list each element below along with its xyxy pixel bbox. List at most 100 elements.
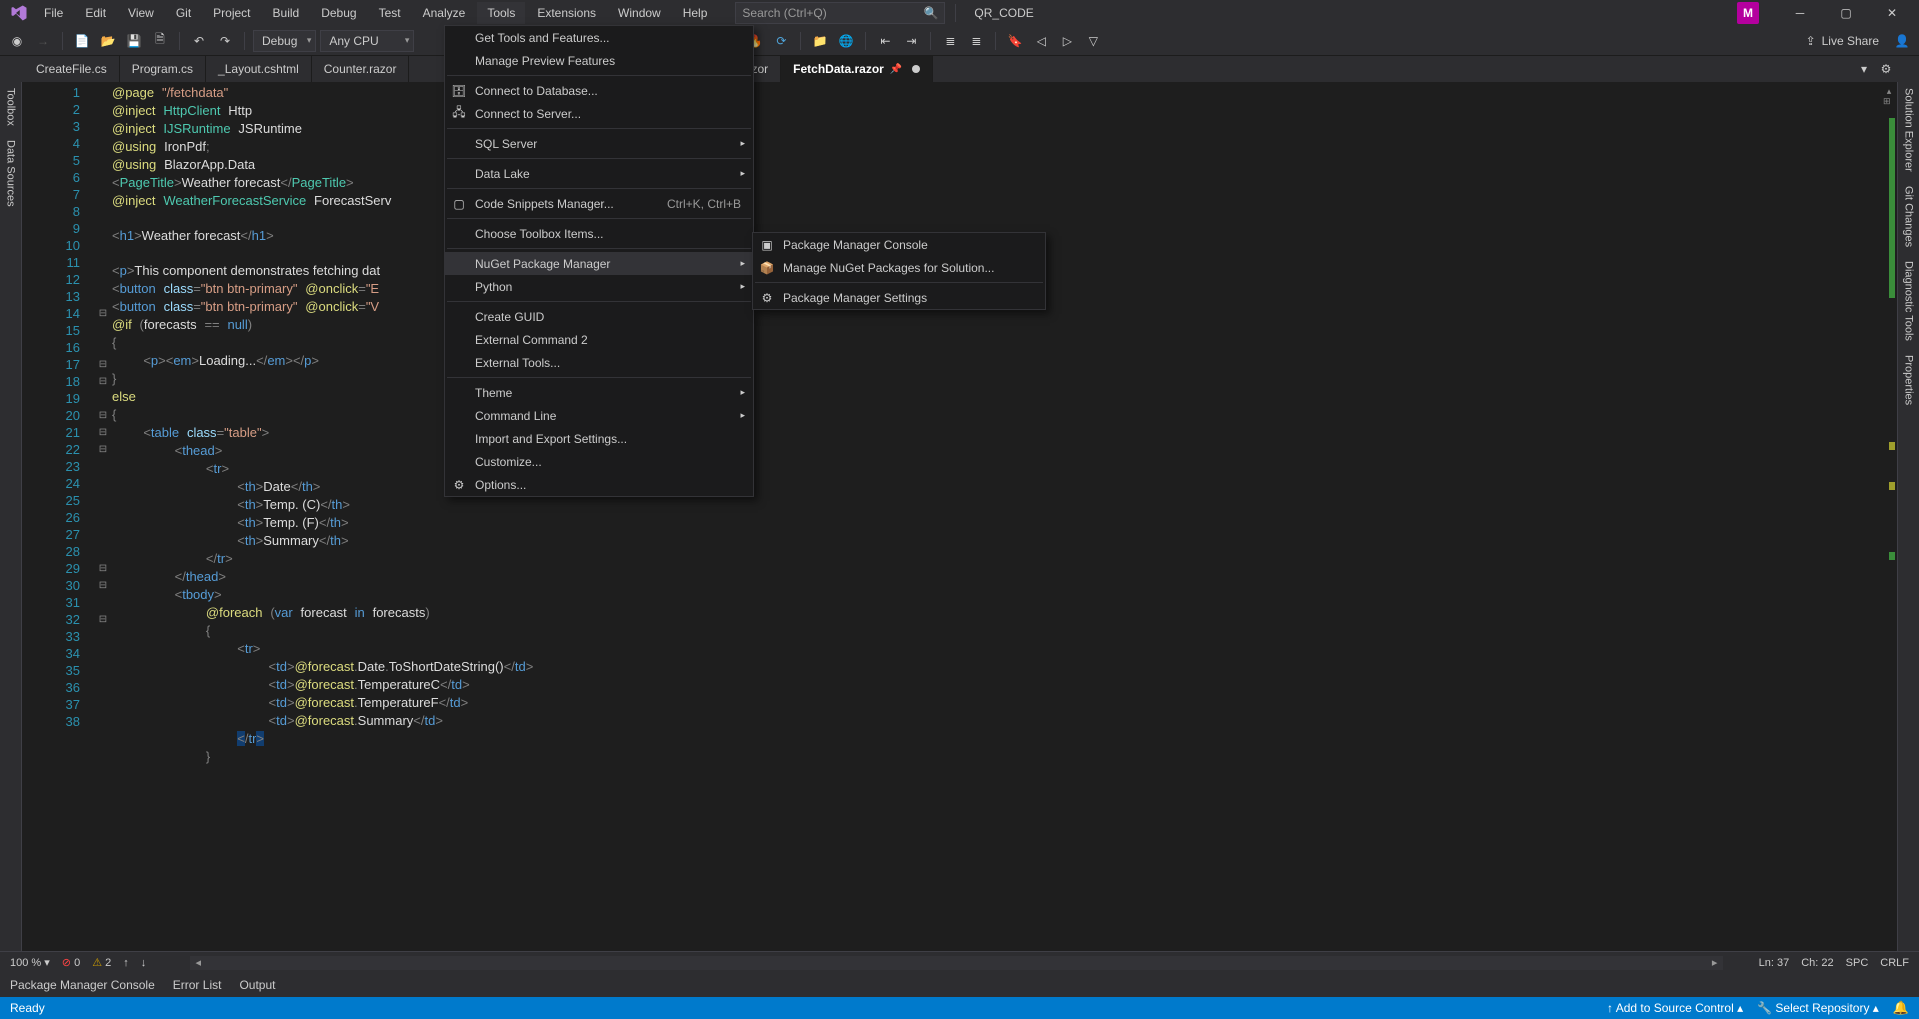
tab-error-list[interactable]: Error List: [173, 978, 222, 992]
horizontal-scrollbar[interactable]: ◂ ▸: [190, 956, 1722, 970]
back-icon[interactable]: ◉: [6, 30, 28, 52]
cursor-line[interactable]: Ln: 37: [1759, 957, 1790, 969]
scroll-right-icon[interactable]: ▸: [1707, 956, 1723, 970]
outdent-icon[interactable]: ⇤: [874, 30, 896, 52]
browse-icon[interactable]: 📁: [809, 30, 831, 52]
undo-icon[interactable]: ↶: [188, 30, 210, 52]
save-icon[interactable]: 💾: [123, 30, 145, 52]
menu-edit[interactable]: Edit: [75, 2, 116, 24]
tab-createfile[interactable]: CreateFile.cs: [24, 56, 120, 82]
uncomment-icon[interactable]: ≣: [965, 30, 987, 52]
user-avatar[interactable]: M: [1737, 2, 1759, 24]
divider: [955, 4, 956, 22]
code-editor[interactable]: 1234567891011121314151617181920212223242…: [22, 82, 1897, 951]
menu-item[interactable]: SQL Server▸: [445, 132, 753, 155]
menu-item[interactable]: NuGet Package Manager▸: [445, 252, 753, 275]
platform-dropdown[interactable]: Any CPU: [320, 30, 414, 52]
menu-test[interactable]: Test: [369, 2, 411, 24]
menu-item[interactable]: Theme▸: [445, 381, 753, 404]
eol-mode[interactable]: CRLF: [1880, 957, 1909, 969]
sidebar-solution-explorer[interactable]: Solution Explorer: [1903, 88, 1915, 172]
menu-item[interactable]: Customize...: [445, 450, 753, 473]
menu-item[interactable]: Get Tools and Features...: [445, 26, 753, 49]
nav-down-icon[interactable]: ↓: [141, 957, 147, 969]
browser-link-icon[interactable]: 🌐: [835, 30, 857, 52]
menu-debug[interactable]: Debug: [311, 2, 366, 24]
sidebar-toolbox[interactable]: Toolbox: [5, 88, 17, 126]
notifications-icon[interactable]: 🔔: [1893, 1000, 1909, 1016]
redo-icon[interactable]: ↷: [214, 30, 236, 52]
solution-name[interactable]: QR_CODE: [974, 6, 1033, 20]
sidebar-git-changes[interactable]: Git Changes: [1903, 186, 1915, 247]
tabs-dropdown-icon[interactable]: ▾: [1853, 56, 1875, 82]
menu-item[interactable]: ⚙Options...: [445, 473, 753, 496]
zoom-dropdown[interactable]: 100 % ▾: [10, 956, 50, 969]
menu-view[interactable]: View: [118, 2, 164, 24]
comment-icon[interactable]: ≣: [939, 30, 961, 52]
menu-item[interactable]: Command Line▸: [445, 404, 753, 427]
search-input[interactable]: Search (Ctrl+Q) 🔍: [735, 2, 945, 24]
new-item-icon[interactable]: 📄: [71, 30, 93, 52]
menu-build[interactable]: Build: [263, 2, 310, 24]
indent-icon[interactable]: ⇥: [900, 30, 922, 52]
indent-mode[interactable]: SPC: [1846, 957, 1869, 969]
scroll-left-icon[interactable]: ◂: [190, 956, 206, 970]
bookmark-prev-icon[interactable]: ◁: [1030, 30, 1052, 52]
refresh-icon[interactable]: ⟳: [770, 30, 792, 52]
tab-layout[interactable]: _Layout.cshtml: [206, 56, 312, 82]
minimize-button[interactable]: ─: [1777, 0, 1823, 26]
menu-help[interactable]: Help: [673, 2, 718, 24]
tab-output[interactable]: Output: [239, 978, 275, 992]
menu-item[interactable]: ▢Code Snippets Manager...Ctrl+K, Ctrl+B: [445, 192, 753, 215]
menu-item[interactable]: 🗄Connect to Database...: [445, 79, 753, 102]
menu-item[interactable]: Import and Export Settings...: [445, 427, 753, 450]
bookmark-icon[interactable]: 🔖: [1004, 30, 1026, 52]
sidebar-properties[interactable]: Properties: [1903, 355, 1915, 405]
tab-config-icon[interactable]: ⚙: [1875, 56, 1897, 82]
menu-item[interactable]: Manage Preview Features: [445, 49, 753, 72]
menu-file[interactable]: File: [34, 2, 73, 24]
cursor-char[interactable]: Ch: 22: [1801, 957, 1833, 969]
tab-fetchdata[interactable]: FetchData.razor 📌: [781, 56, 933, 82]
menu-window[interactable]: Window: [608, 2, 671, 24]
menu-item[interactable]: ⚙Package Manager Settings: [753, 286, 1045, 309]
menu-item[interactable]: Data Lake▸: [445, 162, 753, 185]
code-content[interactable]: @page "/fetchdata" @inject HttpClient Ht…: [112, 82, 1881, 951]
config-dropdown[interactable]: Debug: [253, 30, 316, 52]
menu-item[interactable]: ▣Package Manager Console: [753, 233, 1045, 256]
sidebar-diagnostic-tools[interactable]: Diagnostic Tools: [1903, 261, 1915, 341]
menu-item[interactable]: 🖧Connect to Server...: [445, 102, 753, 125]
forward-icon[interactable]: →: [32, 30, 54, 52]
close-button[interactable]: ✕: [1869, 0, 1915, 26]
bookmark-clear-icon[interactable]: ▽: [1082, 30, 1104, 52]
menu-item[interactable]: Python▸: [445, 275, 753, 298]
live-share-button[interactable]: ⇪ Live Share: [1806, 34, 1879, 48]
menu-item[interactable]: External Tools...: [445, 351, 753, 374]
tab-counter[interactable]: Counter.razor: [312, 56, 410, 82]
menu-item[interactable]: Choose Toolbox Items...: [445, 222, 753, 245]
menu-tools[interactable]: Tools: [477, 2, 525, 24]
feedback-icon[interactable]: 👤: [1891, 30, 1913, 52]
menu-analyze[interactable]: Analyze: [413, 2, 476, 24]
fold-gutter[interactable]: ⊟⊟⊟⊟⊟⊟⊟⊟⊟: [94, 82, 112, 951]
tab-program[interactable]: Program.cs: [120, 56, 206, 82]
nav-up-icon[interactable]: ↑: [123, 957, 129, 969]
select-repo-button[interactable]: 🔧 Select Repository ▴: [1757, 1001, 1879, 1015]
error-count[interactable]: ⊘ 0: [62, 956, 80, 969]
maximize-button[interactable]: ▢: [1823, 0, 1869, 26]
bookmark-next-icon[interactable]: ▷: [1056, 30, 1078, 52]
vertical-scrollbar[interactable]: ▴ ⊞: [1881, 82, 1897, 951]
menu-item[interactable]: External Command 2: [445, 328, 753, 351]
save-all-icon[interactable]: 🗎: [149, 30, 171, 52]
source-control-button[interactable]: ↑ Add to Source Control ▴: [1607, 1001, 1743, 1015]
warning-count[interactable]: ⚠ 2: [92, 956, 111, 969]
menu-item[interactable]: 📦Manage NuGet Packages for Solution...: [753, 256, 1045, 279]
tab-pkg-console[interactable]: Package Manager Console: [10, 978, 155, 992]
menu-project[interactable]: Project: [203, 2, 260, 24]
menu-git[interactable]: Git: [166, 2, 201, 24]
open-icon[interactable]: 📂: [97, 30, 119, 52]
menu-item[interactable]: Create GUID: [445, 305, 753, 328]
pin-icon[interactable]: 📌: [890, 64, 902, 75]
menu-extensions[interactable]: Extensions: [527, 2, 606, 24]
sidebar-data-sources[interactable]: Data Sources: [5, 140, 17, 207]
